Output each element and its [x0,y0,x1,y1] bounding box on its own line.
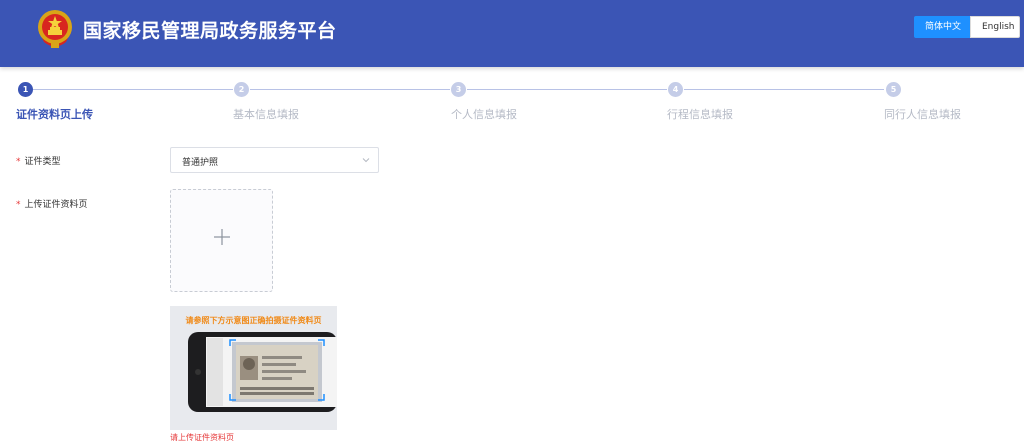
step-2-label: 基本信息填报 [233,108,299,121]
sample-image: 请参照下方示意图正确拍摄证件资料页 [170,306,337,430]
national-emblem-icon [38,10,72,48]
doc-type-select[interactable]: 普通护照 [170,147,379,173]
step-progress: 1 证件资料页上传 2 基本信息填报 3 个人信息填报 4 行程信息填报 5 同… [0,80,1024,124]
doc-type-label: * 证件类型 [16,154,61,167]
step-1-label: 证件资料页上传 [16,108,93,121]
lang-english-button[interactable]: English [970,16,1020,38]
upload-area[interactable] [170,189,273,292]
sample-tip: 请参照下方示意图正确拍摄证件资料页 [185,316,322,325]
step-connector [684,89,884,90]
chevron-down-icon [362,158,370,163]
required-mark: * [16,157,21,167]
step-3-number: 3 [451,82,466,97]
upload-error-message: 请上传证件资料页 [170,433,234,442]
step-4-number: 4 [668,82,683,97]
step-connector [33,89,233,90]
step-5-label: 同行人信息填报 [884,108,961,121]
upload-label-text: 上传证件资料页 [24,200,88,210]
site-title: 国家移民管理局政务服务平台 [83,20,337,42]
step-5-number: 5 [886,82,901,97]
plus-icon [214,229,230,245]
language-switch: 简体中文 English [914,16,1020,38]
doc-type-label-text: 证件类型 [24,157,61,167]
upload-label: * 上传证件资料页 [16,197,88,210]
step-connector [467,89,667,90]
lang-chinese-button[interactable]: 简体中文 [914,16,970,38]
step-3-label: 个人信息填报 [451,108,517,121]
step-connector [250,89,450,90]
step-1-number: 1 [18,82,33,97]
top-header: 国家移民管理局政务服务平台 简体中文 English [0,0,1024,67]
step-4-label: 行程信息填报 [667,108,733,121]
passport-photo-sample-icon [188,332,337,412]
required-mark: * [16,200,21,210]
doc-type-value: 普通护照 [182,158,219,168]
step-2-number: 2 [234,82,249,97]
